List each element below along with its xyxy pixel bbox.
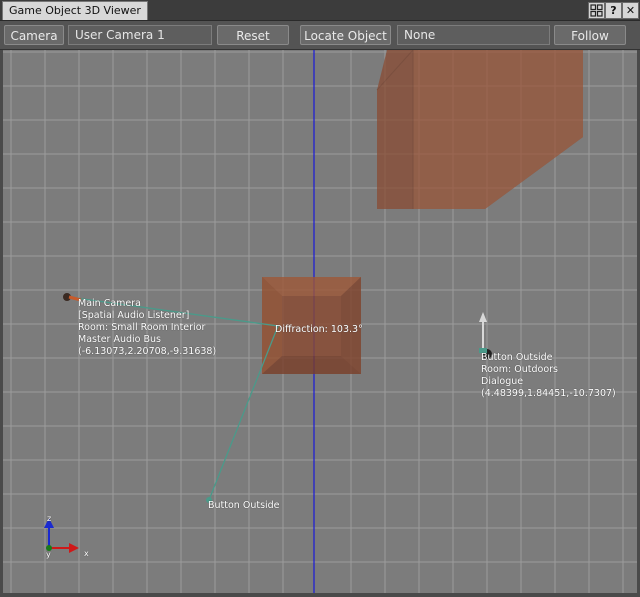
window-title-tab[interactable]: Game Object 3D Viewer [2, 1, 148, 20]
diffraction-label: Diffraction: 103.3° [275, 324, 363, 335]
title-bar: Game Object 3D Viewer ? ✕ [0, 0, 640, 21]
main-camera-name: Main Camera [78, 298, 141, 309]
locate-object-field[interactable]: None [397, 25, 550, 45]
locate-object-button[interactable]: Locate Object > [300, 25, 391, 63]
grid-icon[interactable] [588, 2, 605, 19]
toolbar: Camera > User Camera 1 Reset Locate Obje… [0, 21, 640, 63]
main-camera-room: Room: Small Room Interior [78, 322, 206, 333]
reset-button[interactable]: Reset [217, 25, 289, 45]
main-camera-position: (-6.13073,2.20708,-9.31638) [78, 346, 217, 357]
path-endpoint-label: Button Outside [208, 500, 280, 511]
camera-button[interactable]: Camera > [4, 25, 64, 63]
main-camera-label: Main Camera [Spatial Audio Listener] Roo… [78, 298, 216, 358]
close-icon[interactable]: ✕ [622, 2, 639, 19]
outdoor-room-box [376, 50, 583, 209]
main-camera-type: [Spatial Audio Listener] [78, 310, 190, 321]
emitter-label: Button Outside Room: Outdoors Dialogue (… [481, 352, 616, 400]
axis-z-label: z [47, 514, 52, 523]
emitter-position: (4.48399,1.84451,-10.7307) [481, 388, 616, 399]
axis-y-label: y [46, 550, 51, 559]
camera-field[interactable]: User Camera 1 [68, 25, 212, 45]
3d-viewport[interactable]: Main Camera [Spatial Audio Listener] Roo… [3, 50, 637, 593]
emitter-room: Room: Outdoors [481, 364, 559, 375]
follow-button[interactable]: Follow [554, 25, 626, 45]
help-icon[interactable]: ? [605, 2, 622, 19]
emitter-bus: Dialogue [481, 376, 524, 387]
axis-x-label: x [84, 549, 89, 558]
emitter-name: Button Outside [481, 352, 553, 363]
main-camera-bus: Master Audio Bus [78, 334, 161, 345]
